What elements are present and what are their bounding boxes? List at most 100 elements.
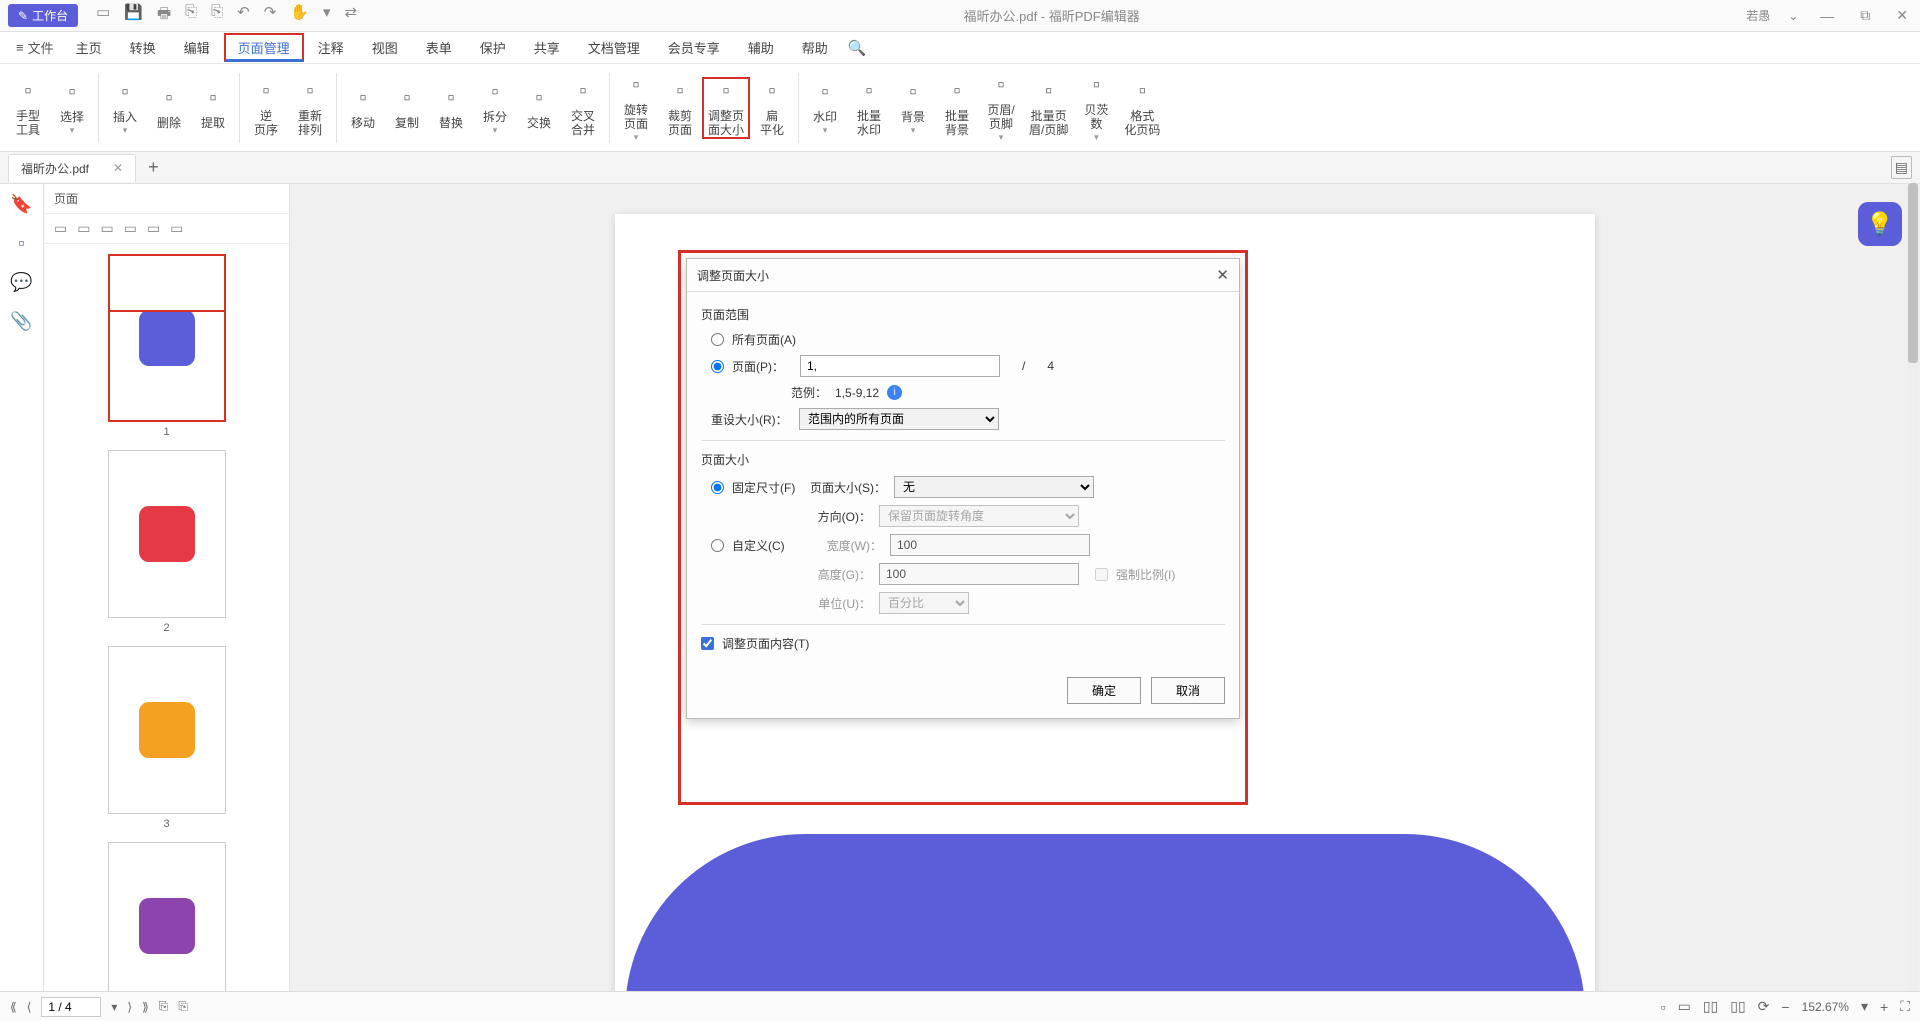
menu-item-3[interactable]: 页面管理	[224, 33, 304, 62]
thumbnail-item[interactable]: 2	[108, 450, 226, 634]
ribbon-btn-3[interactable]: ▫插入▾	[103, 78, 147, 138]
all-pages-radio[interactable]	[711, 333, 724, 346]
ribbon-btn-10[interactable]: ▫移动	[341, 84, 385, 132]
export-icon[interactable]: ⎘	[185, 3, 197, 28]
thumb-tool-5[interactable]: ▭	[147, 220, 160, 237]
search-icon[interactable]: 🔍	[848, 39, 867, 57]
user-name[interactable]: 若愚	[1746, 7, 1770, 24]
dropdown-icon[interactable]: ▾	[323, 3, 331, 28]
view-mode-2-icon[interactable]: ▭	[1678, 998, 1691, 1015]
tips-button[interactable]: 💡	[1858, 202, 1902, 246]
ribbon-btn-27[interactable]: ▫批量页 眉/页脚	[1023, 77, 1074, 139]
fixed-size-radio[interactable]	[711, 481, 724, 494]
prev-page-icon[interactable]: ⟨	[27, 1000, 32, 1014]
maximize-button[interactable]: ⧉	[1856, 7, 1874, 24]
custom-radio[interactable]	[711, 539, 724, 552]
sb-icon-2[interactable]: ⎘	[178, 999, 188, 1014]
ribbon-btn-15[interactable]: ▫交叉 合并	[561, 77, 605, 139]
tab-options-icon[interactable]: ▤	[1891, 156, 1912, 179]
pages-radio[interactable]	[711, 360, 724, 373]
ribbon-btn-28[interactable]: ▫贝茨 数▾	[1074, 71, 1118, 145]
thumbnail-page[interactable]	[108, 646, 226, 814]
thumbnail-page[interactable]	[108, 254, 226, 422]
ribbon-btn-5[interactable]: ▫提取	[191, 84, 235, 132]
ribbon-btn-26[interactable]: ▫页眉/ 页脚▾	[979, 71, 1023, 145]
menu-item-8[interactable]: 共享	[520, 33, 574, 62]
ribbon-btn-17[interactable]: ▫旋转 页面▾	[614, 71, 658, 145]
workspace-button[interactable]: ✎ 工作台	[8, 4, 78, 27]
thumbnail-item[interactable]: 3	[108, 646, 226, 830]
more-icon[interactable]: ⇄	[345, 3, 358, 28]
user-dropdown-icon[interactable]: ⌄	[1788, 9, 1798, 23]
thumb-tool-3[interactable]: ▭	[100, 220, 113, 237]
ribbon-btn-11[interactable]: ▫复制	[385, 84, 429, 132]
scrollbar-thumb[interactable]	[1908, 183, 1918, 363]
ribbon-btn-12[interactable]: ▫替换	[429, 84, 473, 132]
page-dropdown-icon[interactable]: ▾	[111, 1000, 117, 1014]
menu-item-11[interactable]: 辅助	[734, 33, 788, 62]
menu-item-4[interactable]: 注释	[304, 33, 358, 62]
page-size-select[interactable]: 无	[894, 476, 1094, 498]
next-page-icon[interactable]: ⟩	[127, 1000, 132, 1014]
ribbon-btn-7[interactable]: ▫逆 页序	[244, 77, 288, 139]
menu-item-2[interactable]: 编辑	[170, 33, 224, 62]
export2-icon[interactable]: ⎘	[211, 3, 223, 28]
comments-icon[interactable]: 💬	[10, 272, 32, 293]
new-tab-button[interactable]: +	[148, 157, 159, 178]
menu-item-0[interactable]: 主页	[62, 33, 116, 62]
ribbon-btn-14[interactable]: ▫交换	[517, 84, 561, 132]
redo-icon[interactable]: ↷	[264, 3, 277, 28]
ribbon-btn-18[interactable]: ▫裁剪 页面	[658, 77, 702, 139]
thumbnail-page[interactable]	[108, 842, 226, 1003]
first-page-icon[interactable]: ⟪	[10, 1000, 17, 1014]
ribbon-btn-25[interactable]: ▫批量 背景	[935, 77, 979, 139]
cancel-button[interactable]: 取消	[1151, 677, 1225, 704]
minimize-button[interactable]: —	[1816, 8, 1838, 24]
menu-item-7[interactable]: 保护	[466, 33, 520, 62]
file-menu[interactable]: ≡ 文件	[8, 38, 62, 57]
ribbon-btn-4[interactable]: ▫删除	[147, 84, 191, 132]
attachments-icon[interactable]: 📎	[10, 311, 32, 332]
menu-item-6[interactable]: 表单	[412, 33, 466, 62]
thumb-tool-2[interactable]: ▭	[77, 220, 90, 237]
thumb-tool-4[interactable]: ▭	[124, 220, 137, 237]
menu-item-1[interactable]: 转换	[116, 33, 170, 62]
ribbon-btn-8[interactable]: ▫重新 排列	[288, 77, 332, 139]
tab-close-icon[interactable]: ✕	[113, 161, 123, 175]
thumb-tool-6[interactable]: ▭	[170, 220, 183, 237]
document-tab[interactable]: 福昕办公.pdf ✕	[8, 154, 136, 182]
ribbon-btn-22[interactable]: ▫水印▾	[803, 78, 847, 138]
menu-item-12[interactable]: 帮助	[788, 33, 842, 62]
thumbnail-item[interactable]: 4	[108, 842, 226, 1003]
close-button[interactable]: ✕	[1892, 7, 1912, 24]
last-page-icon[interactable]: ⟫	[142, 1000, 149, 1014]
thumbnails-icon[interactable]: ▫	[18, 233, 24, 254]
ribbon-btn-0[interactable]: ▫手型 工具	[6, 77, 50, 139]
ribbon-btn-23[interactable]: ▫批量 水印	[847, 77, 891, 139]
ribbon-btn-29[interactable]: ▫格式 化页码	[1118, 77, 1166, 139]
view-mode-4-icon[interactable]: ▯▯	[1730, 998, 1745, 1015]
thumb-tool-1[interactable]: ▭	[54, 220, 67, 237]
zoom-out-icon[interactable]: −	[1781, 999, 1789, 1015]
ok-button[interactable]: 确定	[1067, 677, 1141, 704]
print-icon[interactable]: 🖶	[157, 3, 171, 28]
zoom-in-icon[interactable]: +	[1880, 999, 1888, 1015]
ribbon-btn-20[interactable]: ▫扁 平化	[750, 77, 794, 139]
menu-item-10[interactable]: 会员专享	[654, 33, 734, 62]
zoom-dropdown-icon[interactable]: ▾	[1861, 998, 1868, 1015]
thumbnail-item[interactable]: 1	[108, 254, 226, 438]
open-icon[interactable]: ▭	[96, 3, 110, 28]
ribbon-btn-19[interactable]: ▫调整页 面大小	[702, 77, 750, 139]
page-input[interactable]	[41, 997, 101, 1017]
info-icon[interactable]: i	[887, 385, 902, 400]
sb-icon-1[interactable]: ⎘	[159, 999, 169, 1014]
resize-select[interactable]: 范围内的所有页面	[799, 408, 999, 430]
view-mode-5-icon[interactable]: ⟳	[1758, 998, 1770, 1015]
adjust-content-checkbox[interactable]	[701, 637, 714, 650]
hand-icon[interactable]: ✋	[290, 3, 309, 28]
dialog-close-icon[interactable]: ✕	[1216, 266, 1229, 284]
vertical-scrollbar[interactable]	[1908, 183, 1918, 1002]
ribbon-btn-24[interactable]: ▫背景▾	[891, 78, 935, 138]
save-icon[interactable]: 💾	[124, 3, 143, 28]
ribbon-btn-13[interactable]: ▫拆分▾	[473, 78, 517, 138]
